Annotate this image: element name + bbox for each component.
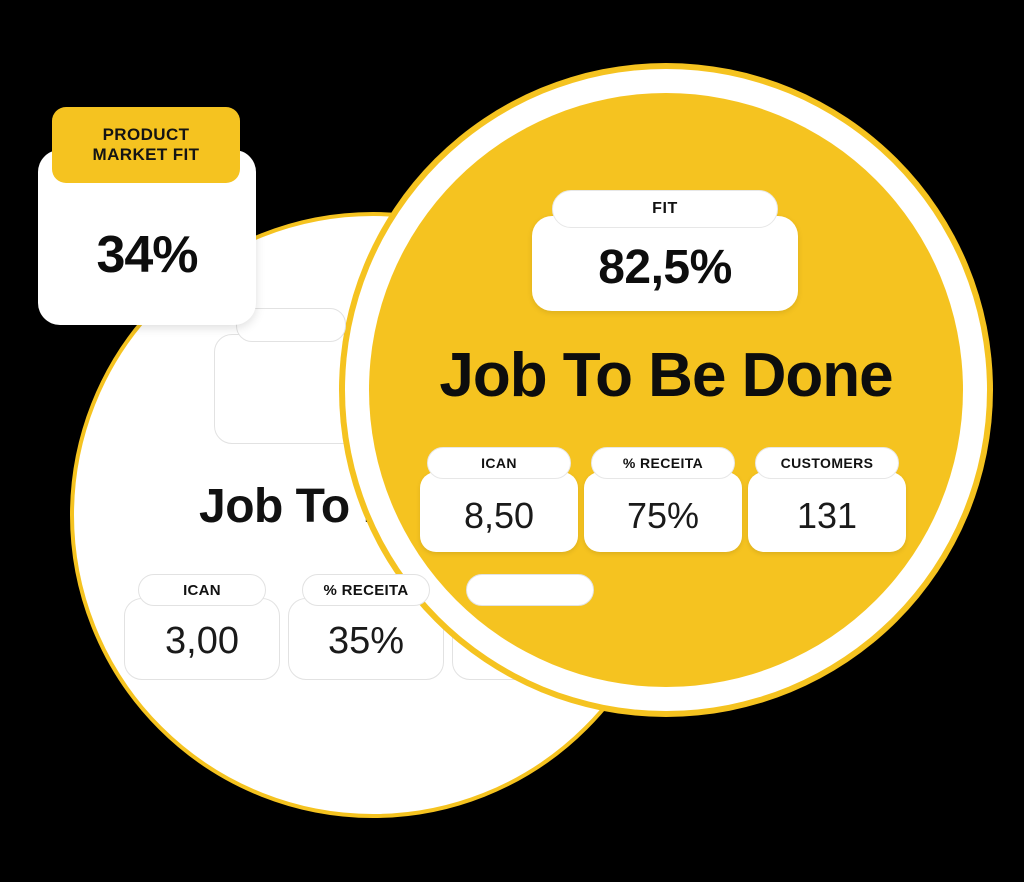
background-metric-chip-receita: % RECEITA [302,574,430,606]
product-market-fit-badge-line1: PRODUCT [102,124,190,144]
metric-value-receita: 75% [626,495,700,536]
background-metric-chip-ican: ICAN [138,574,266,606]
canvas: Job To Be Done ICAN 3,00 % RECEITA 35% F… [0,0,1024,882]
product-market-fit-value: 34% [96,226,198,284]
background-metric-chip-third [466,574,594,606]
metric-label-receita: % RECEITA [591,447,735,479]
product-market-fit-badge-line2: MARKET FIT [92,145,200,164]
metric-label-customers: CUSTOMERS [755,447,899,479]
active-circle-title: Job To Be Done [439,341,893,410]
fit-card-label: FIT [552,190,778,228]
fit-card-value: 82,5% [598,240,732,294]
background-metric-value-ican: 3,00 [165,619,239,662]
metric-label-ican: ICAN [427,447,571,479]
product-market-fit-badge: PRODUCT MARKET FIT [52,107,240,183]
metric-value-customers: 131 [796,495,858,536]
metric-value-ican: 8,50 [463,495,535,536]
background-metric-value-receita: 35% [327,619,405,662]
